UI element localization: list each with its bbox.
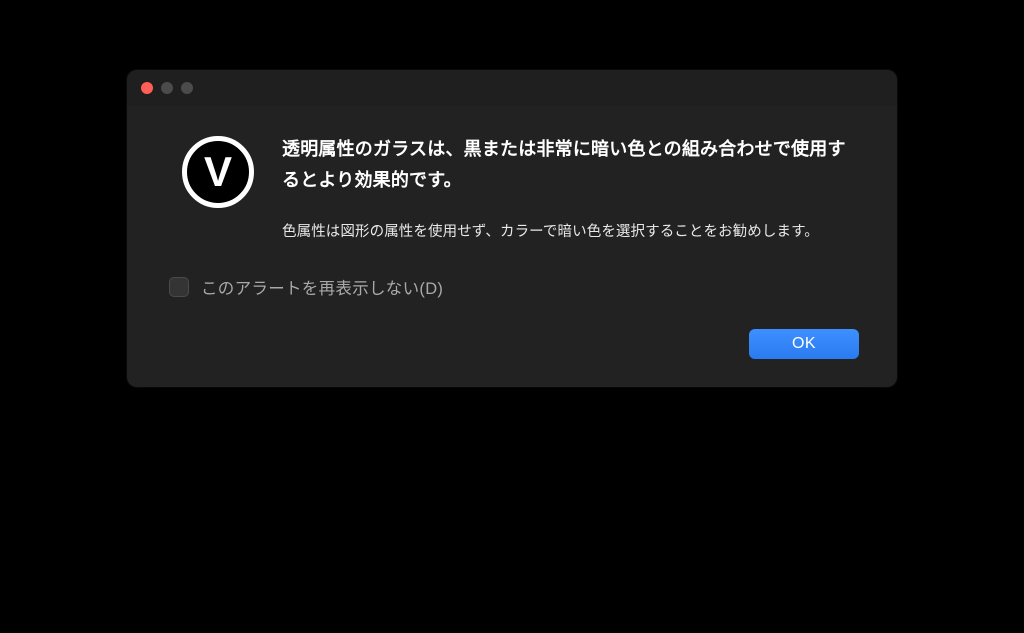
- close-window-button[interactable]: [141, 82, 153, 94]
- app-icon-glyph: V: [204, 151, 232, 193]
- app-icon: V: [182, 136, 254, 208]
- titlebar: [127, 70, 897, 106]
- window-controls: [141, 82, 193, 94]
- message-block: 透明属性のガラスは、黒または非常に暗い色との組み合わせで使用するとより効果的です…: [282, 134, 857, 247]
- suppress-alert-row: このアラートを再表示しない(D): [127, 257, 897, 305]
- ok-button[interactable]: OK: [749, 329, 859, 359]
- alert-dialog: V 透明属性のガラスは、黒または非常に暗い色との組み合わせで使用するとより効果的…: [127, 70, 897, 387]
- suppress-alert-checkbox[interactable]: [169, 277, 189, 297]
- suppress-alert-label: このアラートを再表示しない(D): [201, 275, 443, 299]
- minimize-window-button[interactable]: [161, 82, 173, 94]
- zoom-window-button[interactable]: [181, 82, 193, 94]
- alert-primary-text: 透明属性のガラスは、黒または非常に暗い色との組み合わせで使用するとより効果的です…: [282, 134, 857, 195]
- dialog-button-row: OK: [127, 305, 897, 387]
- dialog-content: V 透明属性のガラスは、黒または非常に暗い色との組み合わせで使用するとより効果的…: [127, 106, 897, 257]
- alert-secondary-text: 色属性は図形の属性を使用せず、カラーで暗い色を選択することをお勧めします。: [282, 219, 857, 247]
